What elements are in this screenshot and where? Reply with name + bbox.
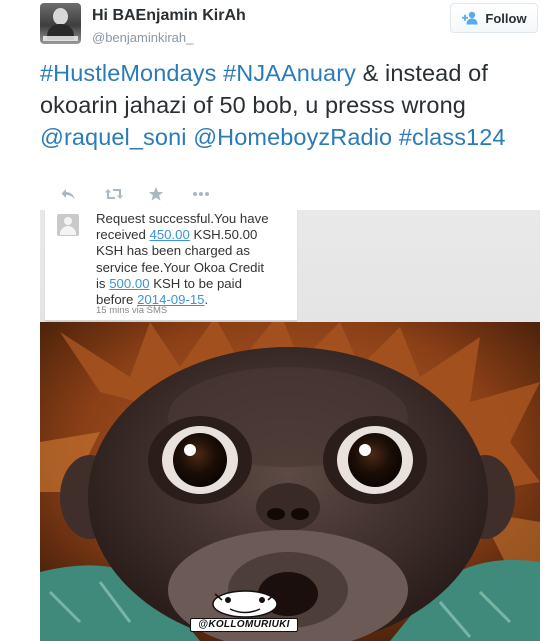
sms-text-part: received xyxy=(96,227,150,243)
sms-timestamp: 15 mins via SMS xyxy=(96,305,168,316)
retweet-icon xyxy=(104,187,124,201)
retweet-button[interactable] xyxy=(104,183,148,205)
sms-text-part: . xyxy=(204,292,209,308)
sms-line: received 450.00 KSH.50.00 xyxy=(96,227,301,243)
sms-line: KSH has been charged as xyxy=(96,243,250,259)
sms-credit-link: 500.00 xyxy=(109,275,150,291)
tweet-media-image[interactable]: Request successful.You have received 450… xyxy=(40,210,540,641)
more-button[interactable] xyxy=(192,183,236,205)
sms-line: Request successful.You have xyxy=(96,211,269,226)
hashtag-class124[interactable]: #class124 xyxy=(399,124,506,150)
sms-message: Request successful.You have received 450… xyxy=(45,210,297,321)
follow-label: Follow xyxy=(485,10,527,26)
more-icon xyxy=(192,191,210,197)
avatar[interactable] xyxy=(40,3,81,44)
orangutan-photo xyxy=(40,322,540,641)
mention-homeboyzradio[interactable]: @HomeboyzRadio xyxy=(193,124,392,150)
display-name[interactable]: Hi BAEnjamin KirAh xyxy=(92,7,246,25)
sms-line: service fee.Your Okoa Credit xyxy=(96,259,265,275)
sms-text-part: KSH.50.00 xyxy=(189,227,258,243)
watermark: @KOLLOMURIUKI xyxy=(190,618,298,632)
tweet-text: #HustleMondays #NJAAnuary & instead of o… xyxy=(40,57,540,153)
mention-raquel-soni[interactable]: @raquel_soni xyxy=(40,124,187,150)
reply-icon xyxy=(60,187,76,201)
sms-amount-link: 450.00 xyxy=(149,227,190,243)
add-user-icon xyxy=(461,11,479,25)
tweet-header: Hi BAEnjamin KirAh @benjaminkirah_ Follo… xyxy=(40,3,540,45)
hashtag-njaanuary[interactable]: #NJAAnuary xyxy=(223,60,356,86)
contact-icon xyxy=(57,214,79,236)
follow-button[interactable]: Follow xyxy=(450,3,538,33)
sms-line: is 500.00 KSH to be paid xyxy=(96,276,301,292)
user-handle[interactable]: @benjaminkirah_ xyxy=(92,30,193,45)
star-icon xyxy=(148,186,164,202)
sms-text: Request successful.You have received 450… xyxy=(96,211,301,308)
hippo-logo xyxy=(212,590,278,618)
hashtag-hustlemondays[interactable]: #HustleMondays xyxy=(40,60,216,86)
sms-text-part: KSH to be paid xyxy=(149,275,242,291)
sms-screenshot: Request successful.You have received 450… xyxy=(40,210,540,328)
sms-text-part: is xyxy=(96,275,110,291)
favorite-button[interactable] xyxy=(148,183,192,205)
tweet-actions xyxy=(60,183,236,205)
reply-button[interactable] xyxy=(60,183,104,205)
